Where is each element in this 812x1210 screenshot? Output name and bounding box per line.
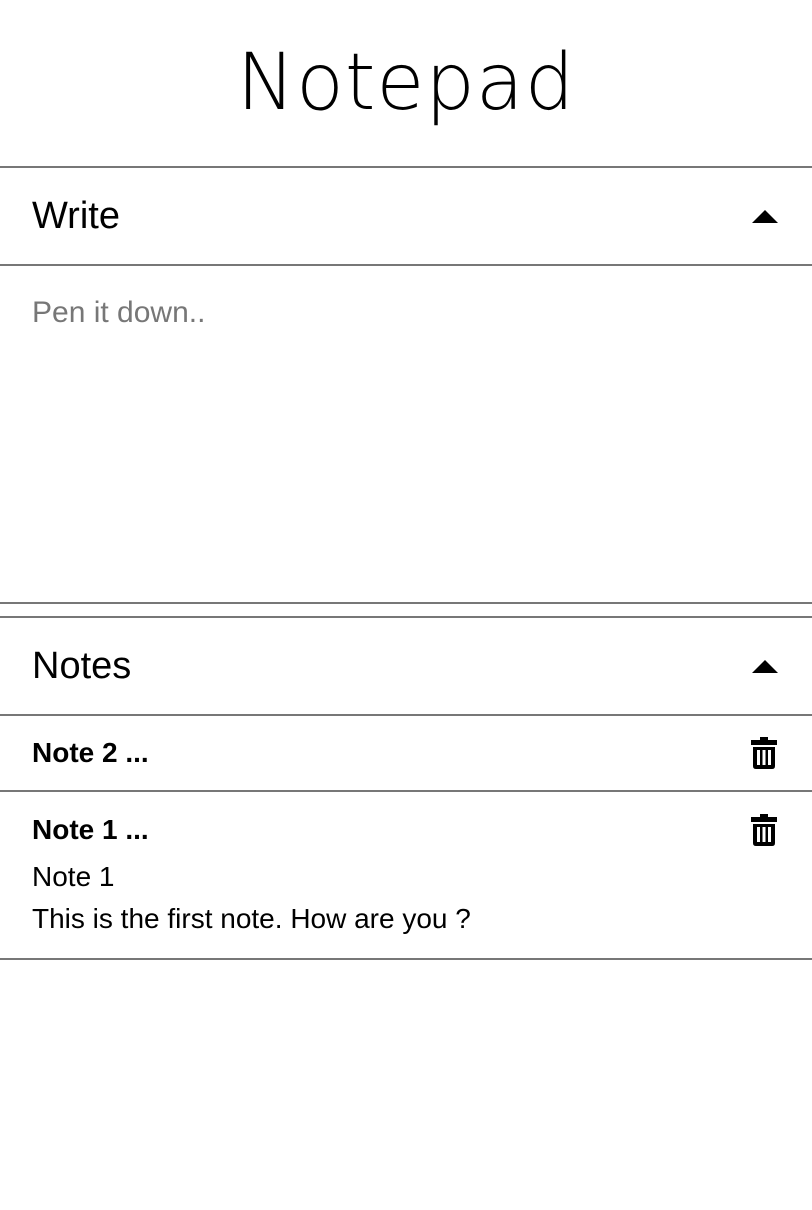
note-textarea[interactable] (0, 266, 812, 602)
write-section-header[interactable]: Write (0, 168, 812, 266)
note-header[interactable]: Note 2 ... (32, 716, 780, 790)
caret-up-icon[interactable] (752, 659, 778, 673)
note-title: Note 2 ... (32, 737, 149, 768)
note-title: Note 1 ... (32, 814, 149, 845)
trash-icon[interactable] (750, 736, 778, 770)
notes-section-title: Notes (32, 644, 132, 687)
app-title: Notepad (0, 0, 812, 168)
note-body-line: Note 1 (32, 861, 115, 892)
note-item[interactable]: Note 2 ... (0, 716, 812, 792)
write-section: Write (0, 168, 812, 604)
write-section-title: Write (32, 194, 120, 237)
note-item[interactable]: Note 1 ... Note 1 This is the first note… (0, 792, 812, 960)
caret-up-icon[interactable] (752, 209, 778, 223)
app-root: Notepad Write Notes Note 2 ... (0, 0, 812, 960)
section-divider (0, 604, 812, 618)
notes-section: Notes Note 2 ... Note 1 ... Note 1 This … (0, 618, 812, 960)
trash-icon[interactable] (750, 813, 778, 847)
write-area (0, 266, 812, 604)
notes-section-header[interactable]: Notes (0, 618, 812, 716)
note-body: Note 1 This is the first note. How are y… (32, 856, 780, 958)
note-body-line: This is the first note. How are you ? (32, 903, 471, 934)
